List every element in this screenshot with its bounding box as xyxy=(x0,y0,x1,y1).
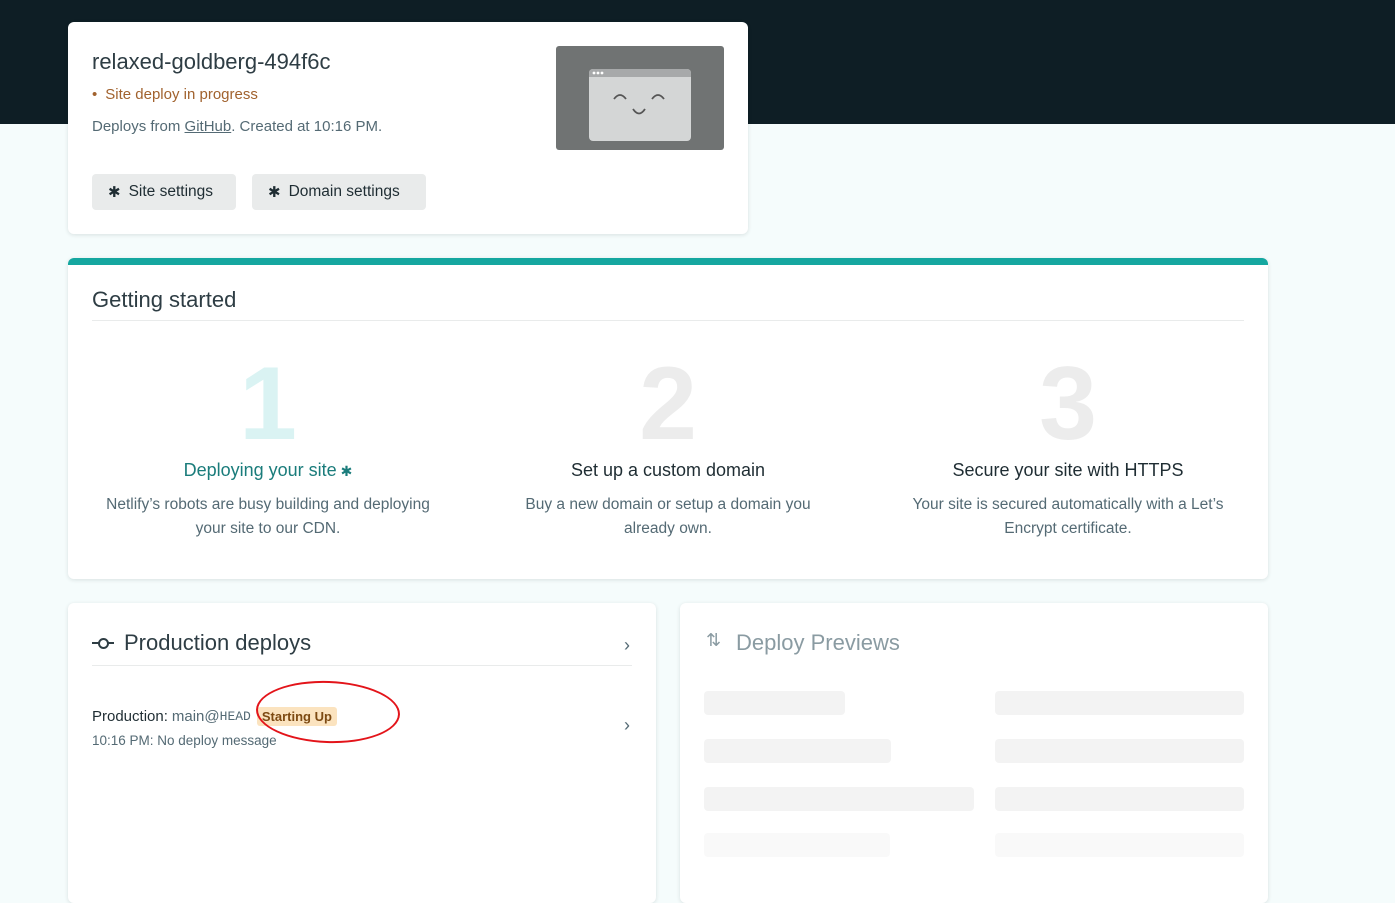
domain-settings-label: Domain settings xyxy=(288,183,400,200)
browser-window-illustration xyxy=(589,69,691,141)
production-deploys-card: Production deploys › Production: main@ HE… xyxy=(68,603,656,903)
spinning-gear-icon: ✱ xyxy=(340,463,353,479)
step-https: 3 Secure your site with HTTPS Your site … xyxy=(888,346,1248,541)
loading-skeleton xyxy=(995,787,1244,811)
site-settings-label: Site settings xyxy=(128,183,214,200)
loading-skeleton xyxy=(704,691,845,715)
getting-started-card: Getting started 1 Deploying your site ✱ N… xyxy=(68,258,1268,579)
site-overview-card: relaxed-goldberg-494f6c • Site deploy in … xyxy=(68,22,748,234)
loading-skeleton xyxy=(995,739,1244,763)
deploy-message: 10:16 PM: No deploy message xyxy=(92,733,277,748)
site-name: relaxed-goldberg-494f6c xyxy=(92,49,331,74)
loading-skeleton xyxy=(704,833,890,857)
domain-settings-button[interactable]: ✱ Domain settings xyxy=(252,174,426,210)
divider xyxy=(92,320,1244,321)
deploy-meta-suffix: . Created at 10:16 PM. xyxy=(231,118,383,135)
deploy-status-text: Site deploy in progress xyxy=(105,86,258,103)
divider xyxy=(92,665,632,666)
step-description: Your site is secured automatically with … xyxy=(912,496,1224,537)
progress-accent-bar xyxy=(68,258,1268,265)
production-deploys-title[interactable]: Production deploys xyxy=(92,630,311,656)
step-deploying: 1 Deploying your site ✱ Netlify’s robots … xyxy=(88,346,448,541)
pull-request-icon xyxy=(704,630,726,654)
deploy-meta: Deploys from GitHub. Created at 10:16 PM… xyxy=(92,118,382,135)
deploy-previews-card: Deploy Previews xyxy=(680,603,1268,903)
step-description: Buy a new domain or setup a domain you a… xyxy=(525,496,811,537)
commit-ref: HEAD xyxy=(219,709,251,724)
commit-icon xyxy=(92,632,114,654)
production-label: Production: xyxy=(92,708,168,725)
step-title[interactable]: Secure your site with HTTPS xyxy=(888,460,1248,481)
site-settings-button[interactable]: ✱ Site settings xyxy=(92,174,236,210)
loading-skeleton xyxy=(995,833,1244,857)
step-title[interactable]: Set up a custom domain xyxy=(488,460,848,481)
loading-skeleton xyxy=(704,739,891,763)
deploy-previews-title[interactable]: Deploy Previews xyxy=(704,630,900,656)
step-number: 1 xyxy=(239,346,297,462)
branch-name: main@ xyxy=(171,708,220,725)
status-bullet: • xyxy=(92,86,98,103)
step-number: 3 xyxy=(1039,346,1097,462)
smiley-face-icon xyxy=(592,71,665,115)
step-number: 2 xyxy=(639,346,697,462)
step-title[interactable]: Deploying your site ✱ xyxy=(88,460,448,481)
deploy-status: • Site deploy in progress xyxy=(92,86,258,103)
chevron-right-icon[interactable]: › xyxy=(624,715,630,736)
step-custom-domain: 2 Set up a custom domain Buy a new domai… xyxy=(488,346,848,541)
red-circle-annotation xyxy=(254,678,402,746)
getting-started-title: Getting started xyxy=(92,287,237,312)
deploy-meta-prefix: Deploys from xyxy=(92,118,181,135)
github-link[interactable]: GitHub xyxy=(185,118,232,135)
step-description: Netlify’s robots are busy building and d… xyxy=(106,496,430,537)
site-preview-thumbnail[interactable] xyxy=(556,46,724,150)
loading-skeleton xyxy=(995,691,1244,715)
gear-icon: ✱ xyxy=(268,184,281,201)
chevron-right-icon[interactable]: › xyxy=(624,635,630,656)
loading-skeleton xyxy=(704,787,974,811)
gear-icon: ✱ xyxy=(108,184,121,201)
